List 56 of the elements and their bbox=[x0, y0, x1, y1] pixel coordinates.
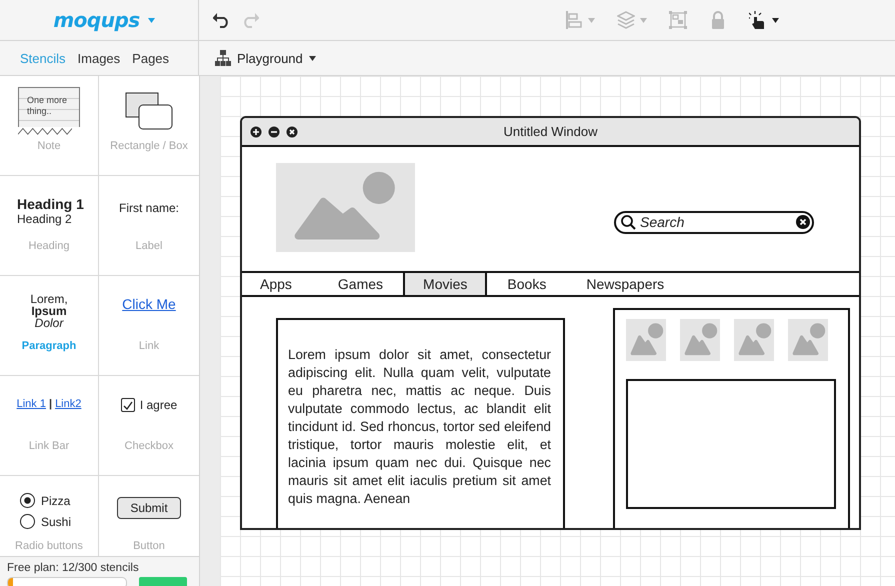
window-tab[interactable]: Newspapers bbox=[566, 273, 684, 295]
checkbox-label: I agree bbox=[140, 398, 178, 412]
image-thumbnail bbox=[788, 319, 828, 361]
stencil-tile[interactable]: Heading 1 Heading 2 Heading bbox=[0, 176, 99, 276]
window-controls-icon bbox=[250, 126, 298, 138]
stencil-label: Link Bar bbox=[28, 440, 70, 452]
zigzag-edge-icon bbox=[18, 127, 72, 135]
stencil-label: Rectangle / Box bbox=[110, 140, 188, 152]
undo-icon[interactable] bbox=[213, 12, 231, 28]
link: Click Me bbox=[122, 296, 176, 312]
paragraph-text: Dolor bbox=[34, 317, 64, 329]
stencil-label: Note bbox=[37, 140, 61, 152]
heading-text: Heading 1 bbox=[17, 196, 84, 212]
hand-pointer-icon[interactable] bbox=[749, 11, 767, 29]
radio-label: Sushi bbox=[41, 514, 72, 528]
stencil-tile[interactable]: One more thing.. Note bbox=[0, 76, 99, 176]
stencil-label: Checkbox bbox=[124, 440, 174, 452]
image-thumbnail bbox=[626, 319, 666, 361]
sidebar-tab[interactable]: Images bbox=[78, 50, 120, 66]
stencil-tile[interactable]: Link 1 | Link2 Link Bar bbox=[0, 376, 99, 476]
paragraph-text: Lorem, bbox=[30, 293, 68, 305]
plan-status: Free plan: 12/300 stencils bbox=[7, 562, 140, 574]
clear-icon[interactable] bbox=[796, 215, 810, 229]
separator-text: | bbox=[48, 398, 52, 410]
stencil-label: Label bbox=[136, 240, 162, 252]
search-bar[interactable]: Search bbox=[614, 210, 814, 234]
link: Link2 bbox=[55, 398, 82, 410]
stencil-label: Button bbox=[133, 540, 165, 552]
radio-label: Pizza bbox=[41, 494, 70, 508]
stencil-label: Link bbox=[138, 340, 160, 352]
search-icon bbox=[621, 214, 636, 230]
window-title: Untitled Window bbox=[502, 124, 598, 139]
caret-icon[interactable] bbox=[772, 18, 779, 22]
stencil-tile[interactable]: Lorem, Ipsum Dolor Paragraph bbox=[0, 276, 99, 376]
image-thumbnail bbox=[680, 319, 720, 361]
sidebar-tab[interactable]: Pages bbox=[132, 50, 170, 66]
stencil-label: Heading bbox=[28, 240, 70, 252]
checkmark-icon bbox=[122, 400, 133, 410]
link: Link 1 bbox=[16, 398, 46, 410]
window-tab[interactable]: Books bbox=[487, 273, 566, 295]
paragraph-text: Lorem ipsum dolor sit amet, consectetur adipiscing elit. Nulla quam velit, vulputate eu pharetra nec, mattis ac neque. Duis vulputate commodo lectus, ac blandit elit tincidunt id. Sed rhoncus, tortor sed eleifend tristique, tortor mauris molestie elit, et lacinia ipsum quam nec dui. Quisque nec mauris sit amet elit iaculis pretium sit amet quis magna. Aenean bbox=[288, 346, 551, 508]
stencil-label: Radio buttons bbox=[15, 540, 83, 552]
paragraph-text: Ipsum bbox=[31, 305, 67, 317]
rectangles-icon bbox=[125, 92, 173, 130]
subheading-text: Heading 2 bbox=[17, 212, 72, 226]
caret-icon[interactable] bbox=[308, 56, 316, 60]
sitemap-icon bbox=[215, 50, 231, 66]
label-text: First name: bbox=[118, 201, 179, 215]
image-thumbnail bbox=[734, 319, 774, 361]
page-dropdown[interactable]: Playground bbox=[215, 41, 316, 75]
window-tab[interactable]: Movies bbox=[403, 273, 488, 295]
window-tab[interactable]: Games bbox=[318, 273, 404, 295]
stencil-label: Paragraph bbox=[22, 340, 76, 352]
search-field[interactable]: Search bbox=[640, 214, 792, 230]
button-preview: Submit bbox=[117, 497, 181, 519]
window-tab[interactable]: Apps bbox=[242, 273, 318, 295]
